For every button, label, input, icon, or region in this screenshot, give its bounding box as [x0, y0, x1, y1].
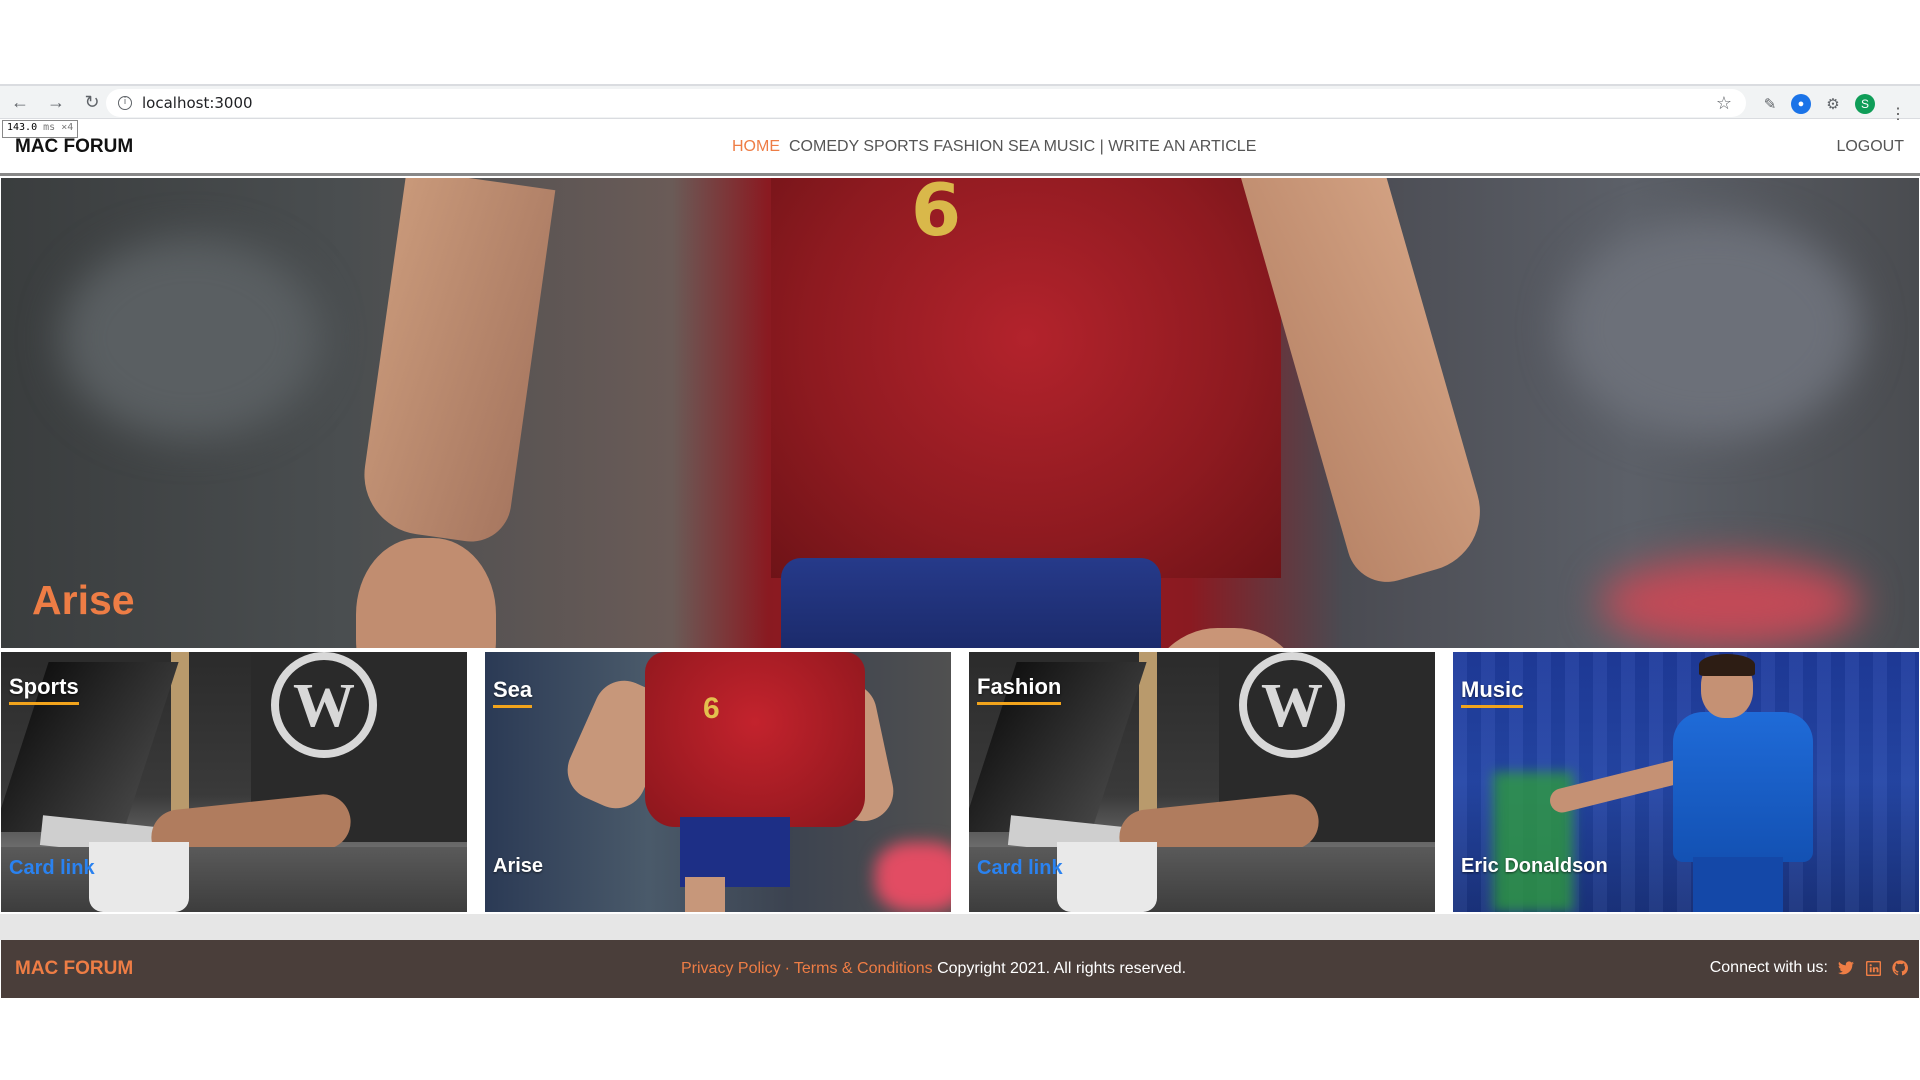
card-category[interactable]: Sea	[493, 677, 532, 708]
page: ← → ↻ i localhost:3000 ☆ ✎ ● ⚙ S ⋮ 143.0…	[0, 0, 1920, 1080]
card-sea[interactable]: 6 Sea Arise	[485, 652, 951, 912]
card-category[interactable]: Fashion	[977, 674, 1061, 705]
card-article-title[interactable]: Arise	[493, 855, 543, 878]
privacy-policy-link[interactable]: Privacy Policy	[681, 960, 781, 977]
reload-icon[interactable]: ↻	[76, 86, 108, 118]
perf-value: 143.0	[7, 122, 38, 133]
hero-title[interactable]: Arise	[32, 577, 135, 624]
profile-avatar[interactable]: S	[1855, 94, 1875, 114]
hero-banner[interactable]: 6 Arise	[1, 178, 1919, 648]
brand-logo[interactable]: MAC FORUM	[15, 136, 133, 158]
wordpress-logo-icon: W	[271, 652, 377, 758]
info-icon[interactable]: i	[118, 96, 132, 110]
copyright-text: Copyright 2021. All rights reserved.	[937, 960, 1187, 977]
card-category[interactable]: Sports	[9, 674, 79, 705]
card-link[interactable]: Card link	[977, 857, 1063, 880]
card-image-hair	[1699, 654, 1755, 676]
card-image-leg	[685, 877, 725, 912]
logout-link[interactable]: LOGOUT	[1836, 138, 1904, 156]
hero-bg-red	[1601, 558, 1861, 648]
nav-categories[interactable]: COMEDY SPORTS FASHION SEA MUSIC | WRITE …	[789, 138, 1256, 155]
linkedin-icon[interactable]	[1864, 959, 1882, 977]
hero-left-arm	[356, 178, 556, 547]
hero-jersey	[771, 178, 1281, 578]
url-text[interactable]: localhost:3000	[142, 94, 253, 112]
card-image-bg-red	[875, 842, 951, 912]
card-image-mug	[89, 842, 189, 912]
social-links: Connect with us:	[1710, 959, 1909, 977]
browser-toolbar: ← → ↻ i localhost:3000 ☆ ✎ ● ⚙ S ⋮	[0, 84, 1920, 123]
hero-shorts	[781, 558, 1161, 648]
back-arrow-icon[interactable]: ←	[4, 86, 36, 118]
card-link[interactable]: Card link	[9, 857, 95, 880]
perf-count: ×4	[61, 122, 74, 133]
terms-link[interactable]: Terms & Conditions	[794, 960, 933, 977]
card-image-mug	[1057, 842, 1157, 912]
hero-jersey-number: 6	[911, 178, 962, 252]
hero-left-hand	[356, 538, 496, 648]
hero-bg-blur-right	[1561, 218, 1861, 438]
perf-unit: ms	[43, 122, 56, 133]
spacer-band	[0, 914, 1920, 940]
forward-arrow-icon[interactable]: →	[40, 86, 72, 118]
hero-right-hand	[1141, 628, 1311, 648]
extension-drop-icon[interactable]: ●	[1791, 94, 1811, 114]
card-image-jersey	[1673, 712, 1813, 862]
footer-separator: ·	[784, 960, 790, 977]
wordpress-logo-icon: W	[1239, 652, 1345, 758]
address-bar[interactable]: i localhost:3000 ☆	[106, 89, 1746, 117]
site-header: MAC FORUM HOME COMEDY SPORTS FASHION SEA …	[0, 120, 1920, 176]
category-cards: W Sports Card link 6 Sea Arise W Fashion…	[1, 652, 1919, 912]
card-author[interactable]: Eric Donaldson	[1461, 855, 1608, 878]
card-image-jersey	[645, 652, 865, 827]
card-sports[interactable]: W Sports Card link	[1, 652, 467, 912]
twitter-icon[interactable]	[1837, 959, 1855, 977]
nav-home[interactable]: HOME	[732, 138, 780, 155]
footer-brand[interactable]: MAC FORUM	[15, 958, 133, 980]
footer-links: Privacy Policy · Terms & Conditions Copyri…	[681, 960, 1186, 978]
site-footer: MAC FORUM Privacy Policy · Terms & Conditi…	[1, 940, 1919, 998]
eyedropper-extension-icon[interactable]: ✎	[1760, 94, 1780, 114]
fps-meter: 143.0 ms ×4	[2, 120, 79, 138]
hero-bg-blur	[61, 238, 321, 438]
bookmark-star-icon[interactable]: ☆	[1716, 93, 1732, 114]
connect-label: Connect with us:	[1709, 959, 1828, 976]
card-music[interactable]: Music Eric Donaldson	[1453, 652, 1919, 912]
card-fashion[interactable]: W Fashion Card link	[969, 652, 1435, 912]
github-icon[interactable]	[1891, 959, 1909, 977]
extensions-puzzle-icon[interactable]: ⚙	[1823, 94, 1843, 114]
main-nav: HOME COMEDY SPORTS FASHION SEA MUSIC | WR…	[732, 138, 1256, 156]
card-category[interactable]: Music	[1461, 677, 1523, 708]
card-image-shorts	[1693, 857, 1783, 912]
card-image-number: 6	[703, 692, 720, 725]
